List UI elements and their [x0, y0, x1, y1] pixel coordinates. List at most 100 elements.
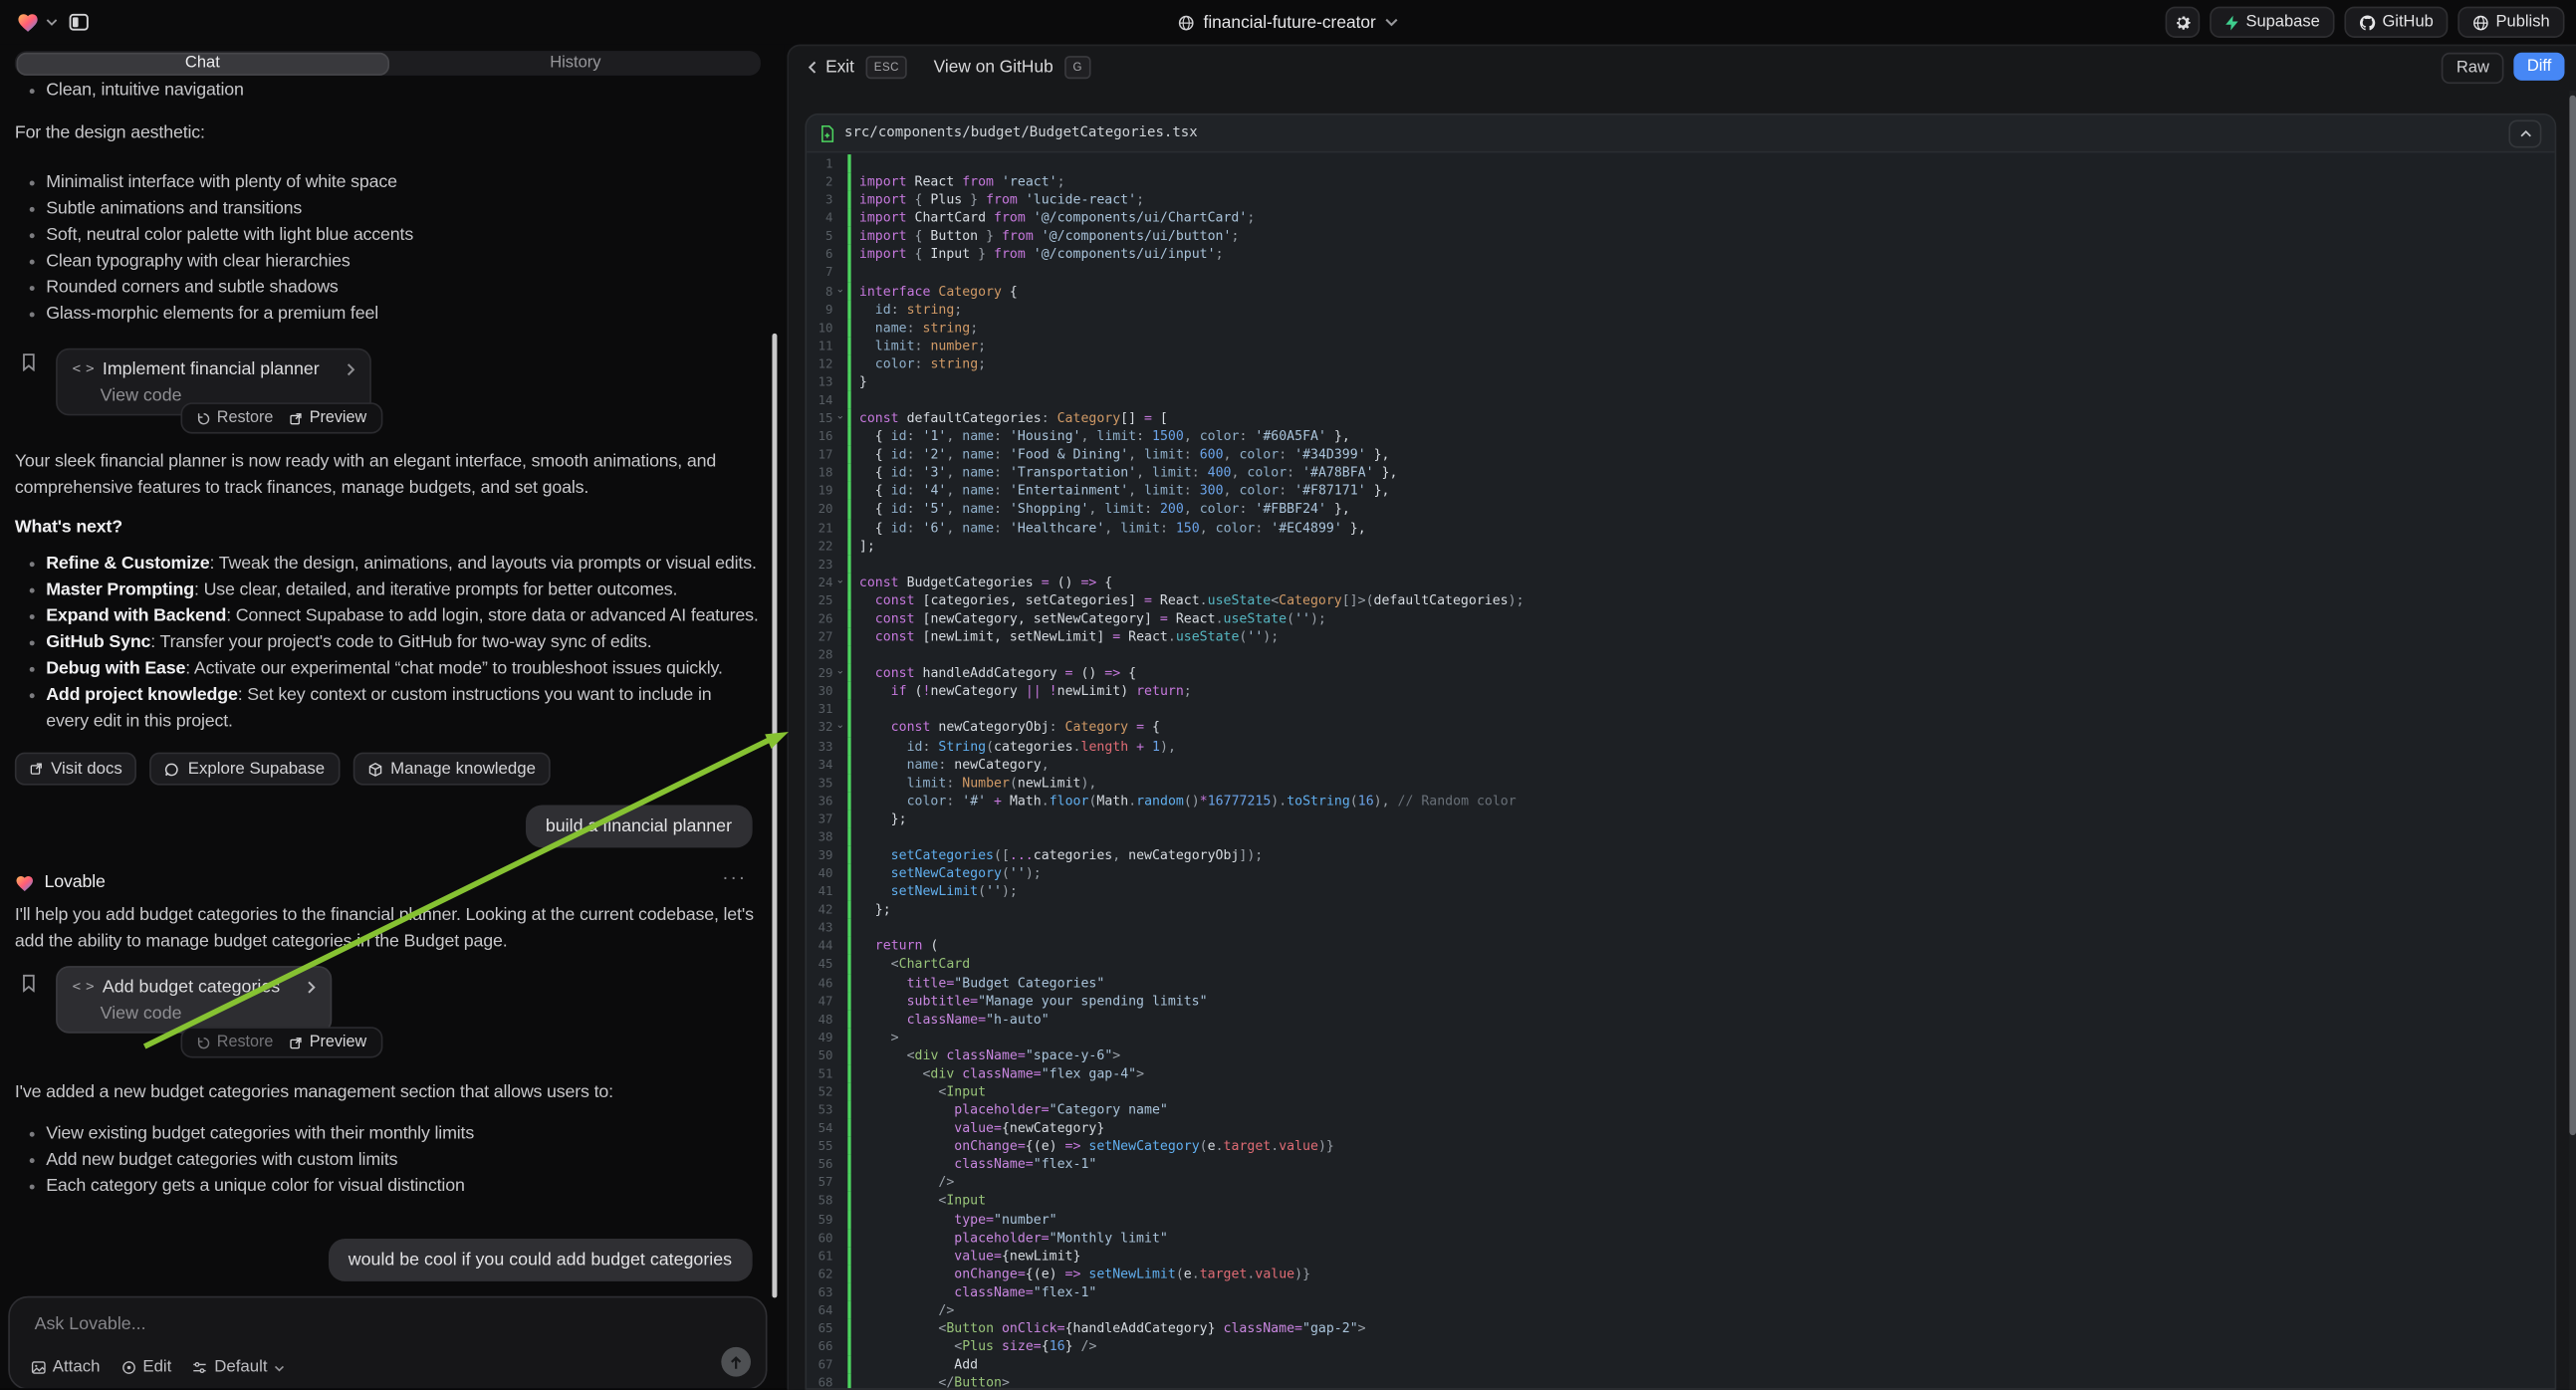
- fold-spacer: [832, 1082, 847, 1100]
- raw-toggle-button[interactable]: Raw: [2442, 52, 2504, 83]
- bookmark-icon[interactable]: [21, 353, 36, 371]
- code-line: 20 { id: '5', name: 'Shopping', limit: 2…: [807, 500, 2554, 518]
- list-item: Debug with Ease: Activate our experiment…: [15, 655, 741, 681]
- fold-chevron-icon[interactable]: ⌄: [832, 719, 847, 737]
- line-number: 63: [807, 1282, 832, 1300]
- chat-panel: Chat History Clean, intuitive navigation…: [0, 45, 783, 1389]
- line-number: 40: [807, 864, 832, 882]
- fold-spacer: [832, 264, 847, 282]
- fold-chevron-icon[interactable]: ⌄: [832, 409, 847, 427]
- send-button[interactable]: [721, 1347, 751, 1377]
- code-scrollbar-thumb[interactable]: [2569, 96, 2576, 1135]
- code-line: 10 name: string;: [807, 319, 2554, 337]
- restore-button[interactable]: Restore: [197, 1034, 273, 1051]
- fold-spacer: [832, 300, 847, 318]
- fold-spacer: [832, 1265, 847, 1282]
- list-item: Soft, neutral color palette with light b…: [15, 222, 413, 248]
- help-paragraph: I'll help you add budget categories to t…: [15, 902, 763, 955]
- chat-input-placeholder: Ask Lovable...: [35, 1314, 146, 1334]
- supabase-button[interactable]: Supabase: [2210, 7, 2334, 38]
- file-header[interactable]: src/components/budget/BudgetCategories.t…: [807, 115, 2554, 152]
- code-line: 40 setNewCategory('');: [807, 864, 2554, 882]
- diff-toggle-button[interactable]: Diff: [2514, 52, 2565, 80]
- code-line: 30 if (!newCategory || !newLimit) return…: [807, 682, 2554, 700]
- design-bullet-list: Minimalist interface with plenty of whit…: [15, 169, 413, 327]
- bookmark-icon[interactable]: [21, 974, 36, 992]
- line-number: 57: [807, 1174, 832, 1192]
- project-globe-icon: [1179, 14, 1195, 30]
- line-number: 49: [807, 1028, 832, 1045]
- line-number: 3: [807, 191, 832, 209]
- code-line: 39 setCategories([...categories, newCate…: [807, 846, 2554, 864]
- fold-spacer: [832, 627, 847, 645]
- fold-spacer: [832, 937, 847, 955]
- assistant-name: Lovable: [45, 869, 106, 895]
- code-line: 1: [807, 154, 2554, 172]
- collapse-file-button[interactable]: [2508, 119, 2541, 147]
- explore-supabase-button[interactable]: Explore Supabase: [150, 753, 340, 786]
- fold-spacer: [832, 992, 847, 1010]
- manage-knowledge-button[interactable]: Manage knowledge: [352, 753, 551, 786]
- code-line: 19 { id: '4', name: 'Entertainment', lim…: [807, 482, 2554, 500]
- project-name[interactable]: financial-future-creator: [1204, 12, 1376, 32]
- line-number: 14: [807, 391, 832, 409]
- fold-chevron-icon[interactable]: ⌄: [832, 664, 847, 682]
- chat-history-tabs: Chat History: [15, 51, 761, 76]
- code-line: 68 </Button>: [807, 1374, 2554, 1390]
- code-line: 59 type="number": [807, 1210, 2554, 1228]
- fold-spacer: [832, 792, 847, 810]
- fold-spacer: [832, 372, 847, 390]
- chevron-right-icon[interactable]: [347, 363, 354, 376]
- fold-chevron-icon[interactable]: ⌄: [832, 573, 847, 590]
- preview-button[interactable]: Preview: [290, 409, 366, 427]
- code-line: 21 { id: '6', name: 'Healthcare', limit:…: [807, 519, 2554, 537]
- fold-spacer: [832, 1301, 847, 1319]
- list-item: Master Prompting: Use clear, detailed, a…: [15, 577, 741, 602]
- code-diff-area[interactable]: 12import React from 'react';3import { Pl…: [807, 151, 2554, 1388]
- fold-spacer: [832, 172, 847, 190]
- code-line: 45 <ChartCard: [807, 955, 2554, 973]
- view-code-link[interactable]: View code: [101, 1004, 316, 1024]
- chat-input-box[interactable]: Ask Lovable... Attach Edit Default: [8, 1296, 767, 1388]
- line-number: 42: [807, 900, 832, 918]
- message-more-menu[interactable]: ···: [722, 865, 747, 888]
- chat-scrollbar[interactable]: [772, 334, 776, 1297]
- line-number: 61: [807, 1247, 832, 1265]
- fold-spacer: [832, 519, 847, 537]
- esc-shortcut-badge: ESC: [866, 56, 908, 79]
- attach-button[interactable]: Attach: [31, 1358, 100, 1376]
- tab-history[interactable]: History: [390, 51, 761, 76]
- exit-chevron-left-icon[interactable]: [808, 61, 816, 74]
- settings-button[interactable]: [2166, 7, 2201, 38]
- restore-button[interactable]: Restore: [197, 409, 273, 427]
- mode-selector[interactable]: Default: [193, 1358, 284, 1376]
- fold-spacer: [832, 1137, 847, 1155]
- added-paragraph: I've added a new budget categories manag…: [15, 1079, 763, 1105]
- publish-button[interactable]: Publish: [2459, 7, 2565, 38]
- code-line: 4import ChartCard from '@/components/ui/…: [807, 209, 2554, 227]
- code-line: 50 <div className="space-y-6">: [807, 1046, 2554, 1064]
- fold-spacer: [832, 446, 847, 464]
- line-number: 45: [807, 955, 832, 973]
- fold-spacer: [832, 1119, 847, 1137]
- edit-button[interactable]: Edit: [121, 1358, 171, 1376]
- version-card-add-budget-categories[interactable]: < > Add budget categories View code: [56, 966, 332, 1034]
- code-line: 32⌄ const newCategoryObj: Category = {: [807, 719, 2554, 737]
- line-number: 17: [807, 446, 832, 464]
- code-line: 24⌄const BudgetCategories = () => {: [807, 573, 2554, 590]
- action-buttons-row: Visit docs Explore Supabase Manage knowl…: [15, 753, 551, 786]
- code-line: 36 color: '#' + Math.floor(Math.random()…: [807, 792, 2554, 810]
- visit-docs-button[interactable]: Visit docs: [15, 753, 137, 786]
- exit-button[interactable]: Exit: [825, 58, 854, 78]
- preview-button[interactable]: Preview: [290, 1034, 366, 1051]
- project-chevron-down-icon[interactable]: [1384, 18, 1397, 26]
- chevron-right-icon[interactable]: [308, 981, 316, 994]
- tab-chat[interactable]: Chat: [16, 52, 389, 75]
- line-number: 51: [807, 1064, 832, 1082]
- fold-spacer: [832, 1010, 847, 1028]
- fold-chevron-icon[interactable]: ⌄: [832, 282, 847, 300]
- fold-spacer: [832, 1337, 847, 1355]
- view-on-github-button[interactable]: View on GitHub: [934, 58, 1054, 78]
- list-item: Add project knowledge: Set key context o…: [15, 682, 741, 735]
- github-button[interactable]: GitHub: [2345, 7, 2449, 38]
